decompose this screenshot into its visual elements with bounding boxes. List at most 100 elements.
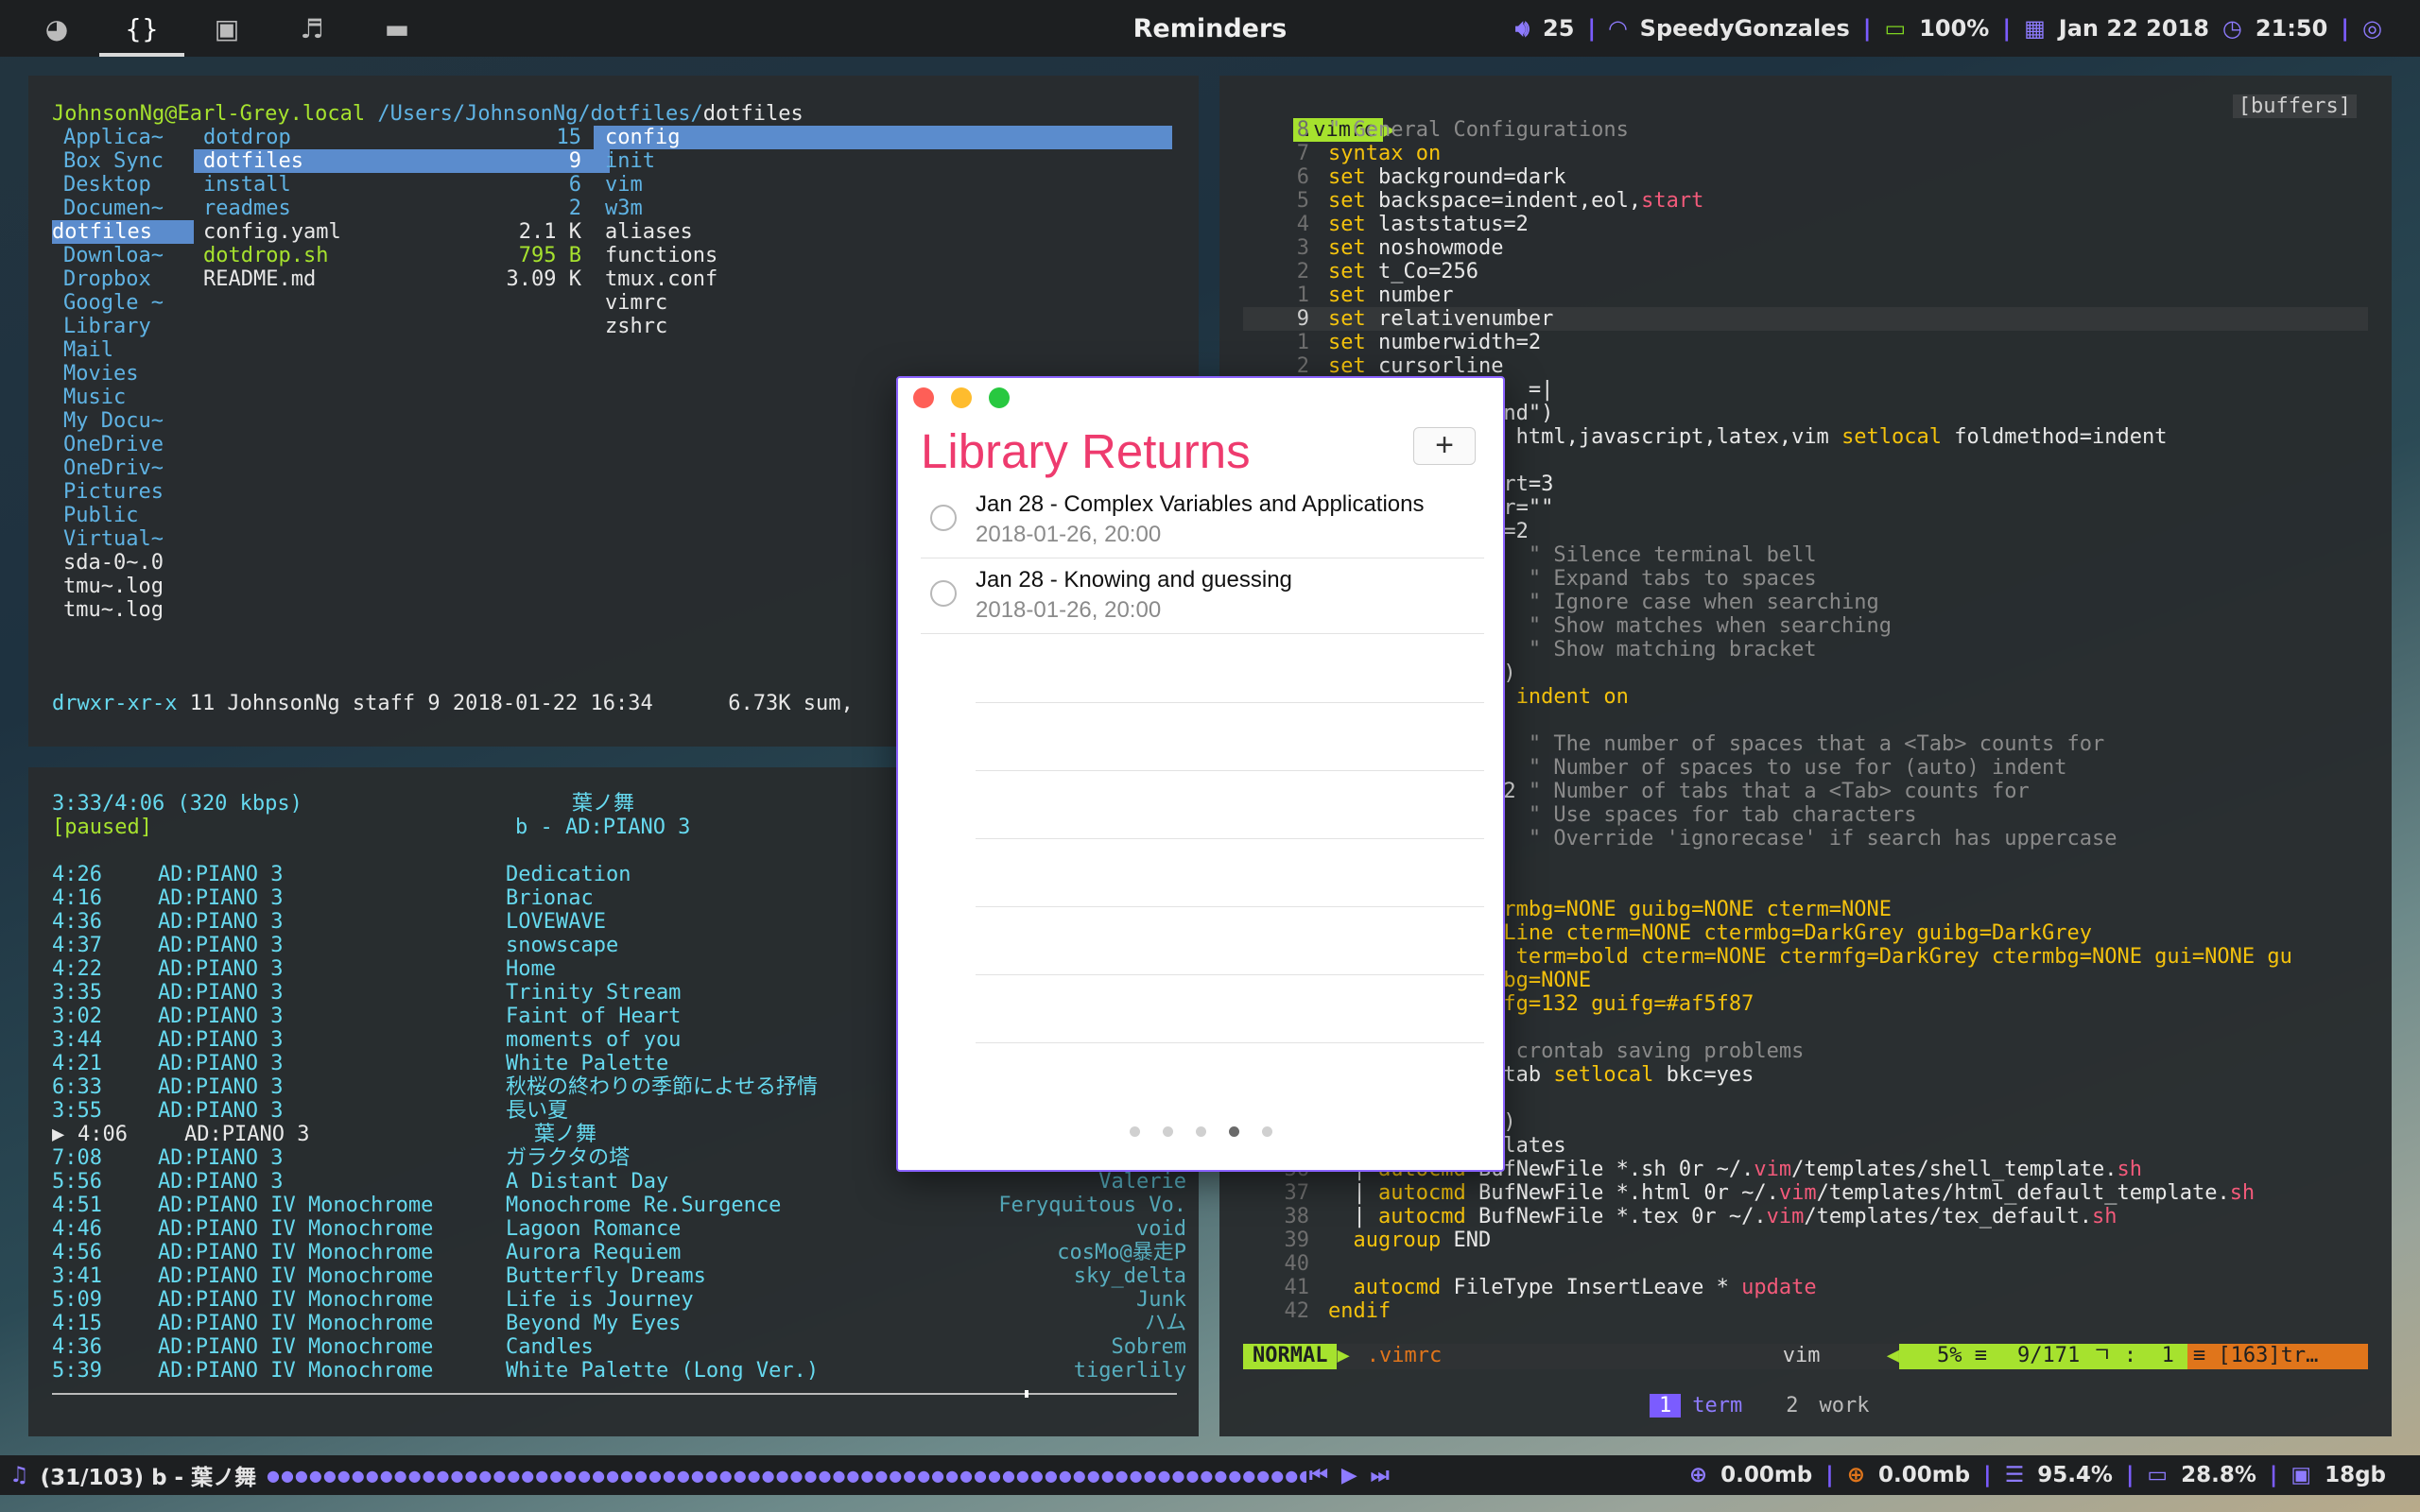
track-row[interactable]: 5:56 AD:PIANO 3 A Distant Day Valerie (52, 1170, 1186, 1194)
preview-entry[interactable]: tmux.conf (594, 267, 1172, 291)
empty-reminder-row[interactable] (976, 1042, 1484, 1043)
workspace-4-button[interactable]: ♬ (269, 0, 354, 57)
parent-dir-entry[interactable]: sda-0~.0 (52, 551, 194, 575)
parent-dir-entry[interactable]: OneDriv~ (52, 456, 194, 480)
track-title: White Palette (506, 1052, 669, 1075)
page-dot[interactable] (1228, 1126, 1239, 1137)
code-token: BufNewFile *.tex 0r ~/. (1478, 1205, 1767, 1228)
parent-dir-entry[interactable]: Pictures (52, 480, 194, 504)
workspace-1-button[interactable]: ◕ (14, 0, 99, 57)
parent-dir-entry[interactable]: tmu~.log (52, 575, 194, 598)
parent-dir-entry[interactable]: Applica~ (52, 126, 194, 149)
line-number: 39 (1284, 1228, 1310, 1252)
reminder-item[interactable]: Jan 28 - Complex Variables and Applicati… (921, 484, 1484, 558)
page-dot[interactable] (1261, 1126, 1272, 1137)
play-icon[interactable]: ▶ (1341, 1464, 1357, 1487)
page-dot[interactable] (1195, 1126, 1206, 1137)
track-row[interactable]: 4:51 AD:PIANO IV Monochrome Monochrome Re.… (52, 1194, 1186, 1217)
add-reminder-button[interactable]: + (1413, 427, 1476, 465)
file-entry[interactable]: dotfiles 9 (194, 149, 610, 173)
parent-dir-entry[interactable]: Desktop (52, 173, 194, 197)
code-token: setlocal (1841, 425, 1955, 449)
parent-dir-entry[interactable]: Downloa~ (52, 244, 194, 267)
track-title: Life is Journey (506, 1288, 694, 1312)
empty-reminder-row[interactable] (976, 974, 1484, 975)
file-entry[interactable]: README.md 3.09 K (194, 267, 610, 291)
line-number: 5 (1296, 189, 1309, 213)
tmux-window-name[interactable]: work (1807, 1394, 1903, 1418)
parent-dir-entry[interactable]: Google ~ (52, 291, 194, 315)
preview-entry[interactable]: functions (594, 244, 1172, 267)
parent-dir-entry[interactable]: Box Sync (52, 149, 194, 173)
track-title: Home (506, 957, 556, 981)
parent-dir-entry[interactable]: Movies (52, 362, 194, 386)
file-entry[interactable]: dotdrop.sh 795 B (194, 244, 610, 267)
file-name: dotfiles (203, 149, 303, 173)
workspace-2-button[interactable]: {} (99, 0, 184, 57)
seek-bar[interactable] (52, 1393, 1177, 1395)
parent-dir-entry[interactable]: Mail (52, 338, 194, 362)
tmux-window-number[interactable]: 2 (1776, 1394, 1807, 1418)
reminder-checkbox[interactable] (930, 505, 957, 531)
compass-icon[interactable]: ◎ (2362, 15, 2382, 42)
preview-entry[interactable]: w3m (594, 197, 1172, 220)
track-album: AD:PIANO 3 (158, 1099, 284, 1123)
seek-position[interactable] (1025, 1390, 1029, 1398)
page-dot[interactable] (1162, 1126, 1173, 1137)
track-row[interactable]: 5:39 AD:PIANO IV Monochrome White Palette … (52, 1359, 1186, 1383)
preview-entry[interactable]: init (594, 149, 1172, 173)
preview-entry[interactable]: zshrc (594, 315, 1172, 338)
parent-dir-entry[interactable]: Virtual~ (52, 527, 194, 551)
track-row[interactable]: 5:09 AD:PIANO IV Monochrome Life is Journe… (52, 1288, 1186, 1312)
tmux-window-number[interactable]: 1 (1650, 1394, 1682, 1418)
maximize-button[interactable] (989, 387, 1010, 408)
parent-dir-entry[interactable]: Music (52, 386, 194, 409)
track-row[interactable]: 4:36 AD:PIANO IV Monochrome Candles Sobrem (52, 1335, 1186, 1359)
volume-icon[interactable]: 🔊︎ (1515, 15, 1530, 42)
reminder-item[interactable]: Jan 28 - Knowing and guessing 2018-01-26,… (921, 559, 1484, 634)
reminder-title[interactable]: Jan 28 - Complex Variables and Applicati… (976, 491, 1425, 518)
preview-entry[interactable]: aliases (594, 220, 1172, 244)
now-playing-widget[interactable]: ♫ (31/103) b - 葉ノ舞 (9, 1459, 256, 1491)
parent-dir-entry[interactable]: Dropbox (52, 267, 194, 291)
reminder-checkbox[interactable] (930, 580, 957, 607)
file-entry[interactable]: dotdrop 15 (194, 126, 610, 149)
file-entry[interactable]: readmes 2 (194, 197, 610, 220)
track-album: AD:PIANO IV Monochrome (158, 1217, 434, 1241)
page-dot[interactable] (1129, 1126, 1140, 1137)
parent-dir-entry[interactable]: OneDrive (52, 433, 194, 456)
parent-dir-entry[interactable]: Public (52, 504, 194, 527)
preview-entry[interactable]: vim (594, 173, 1172, 197)
track-row[interactable]: 4:46 AD:PIANO IV Monochrome Lagoon Romance… (52, 1217, 1186, 1241)
track-row[interactable]: 4:15 AD:PIANO IV Monochrome Beyond My Eyes… (52, 1312, 1186, 1335)
file-entry[interactable]: config.yaml 2.1 K (194, 220, 610, 244)
track-row[interactable]: 4:56 AD:PIANO IV Monochrome Aurora Requiem… (52, 1241, 1186, 1264)
tmux-window-name[interactable]: term (1681, 1394, 1776, 1418)
next-track-icon[interactable]: ⏭︎ (1371, 1464, 1390, 1487)
vim-warning: ≡ [163]tr… (2187, 1344, 2368, 1369)
now-playing-text: (31/103) b - 葉ノ舞 (40, 1466, 257, 1490)
reminder-title[interactable]: Jan 28 - Knowing and guessing (976, 567, 1292, 593)
workspace-5-button[interactable]: ▬ (354, 0, 440, 57)
empty-reminder-row[interactable] (976, 906, 1484, 907)
empty-reminder-row[interactable] (976, 838, 1484, 839)
preview-entry[interactable]: config (594, 126, 1172, 149)
vim-line: 9 set relativenumber (1243, 307, 2368, 331)
preview-entry[interactable]: vimrc (594, 291, 1172, 315)
parent-dir-entry[interactable]: tmu~.log (52, 598, 194, 622)
line-number: 38 (1284, 1205, 1310, 1228)
parent-dir-entry[interactable]: My Docu~ (52, 409, 194, 433)
file-entry[interactable]: install 6 (194, 173, 610, 197)
vim-line: 38 | autocmd BufNewFile *.tex 0r ~/.vim/… (1243, 1205, 2368, 1228)
workspace-3-button[interactable]: ▣ (184, 0, 269, 57)
previous-track-icon[interactable]: ⏮︎ (1309, 1464, 1328, 1487)
empty-reminder-row[interactable] (976, 702, 1484, 703)
parent-dir-entry[interactable]: dotfiles (52, 220, 194, 244)
empty-reminder-row[interactable] (976, 770, 1484, 771)
parent-dir-entry[interactable]: Library (52, 315, 194, 338)
minimize-button[interactable] (951, 387, 972, 408)
parent-dir-entry[interactable]: Documen~ (52, 197, 194, 220)
close-button[interactable] (913, 387, 934, 408)
track-row[interactable]: 3:41 AD:PIANO IV Monochrome Butterfly Drea… (52, 1264, 1186, 1288)
wifi-icon[interactable]: ◠ (1609, 15, 1626, 42)
